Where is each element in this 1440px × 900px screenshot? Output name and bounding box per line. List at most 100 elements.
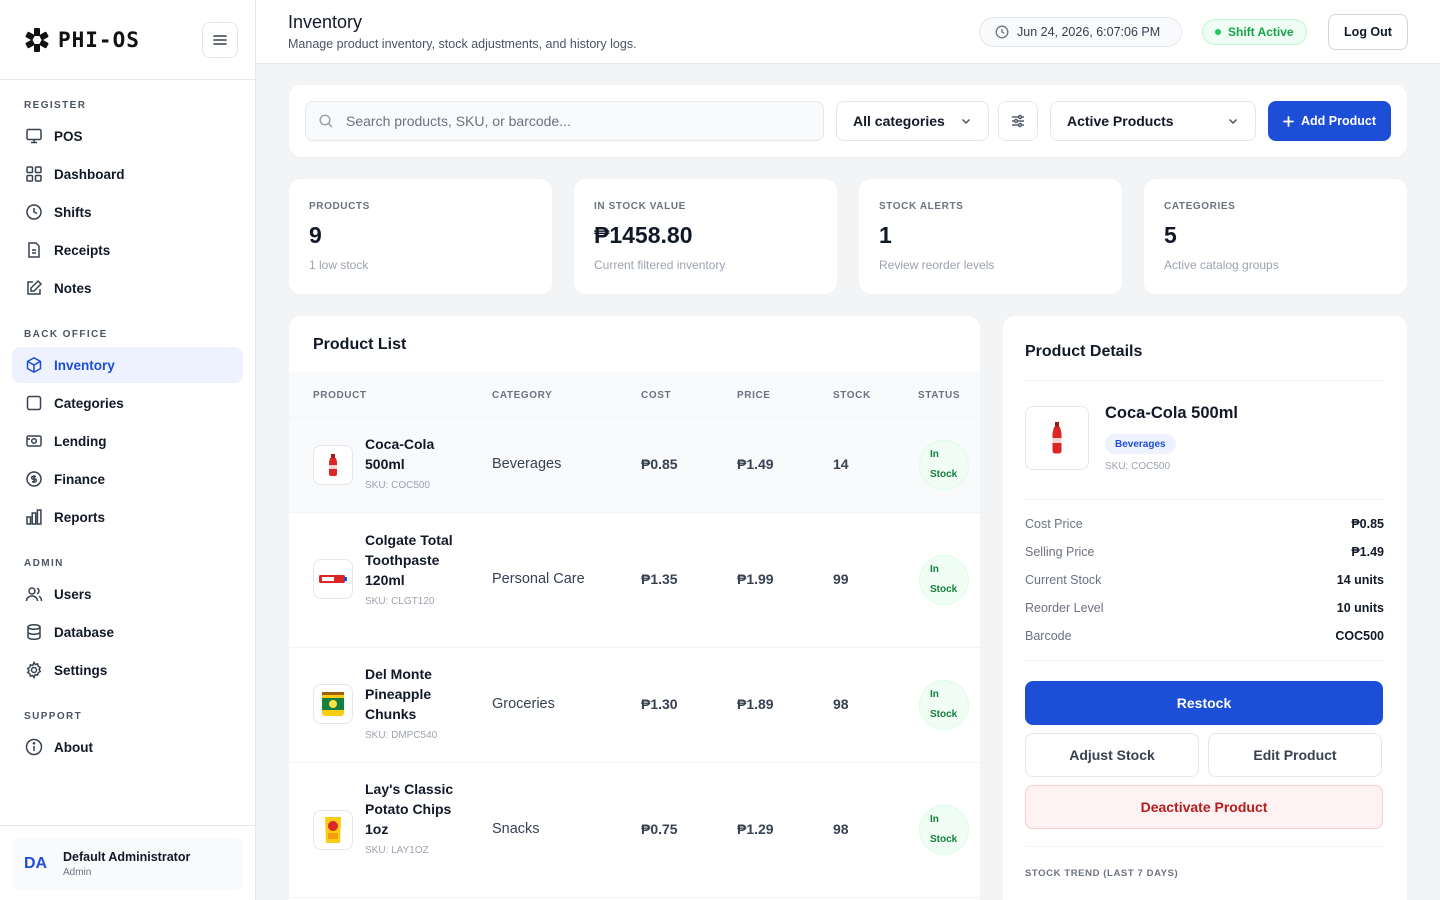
database-icon [24,622,44,642]
clock-icon [24,202,44,222]
sidebar-item-shifts[interactable]: Shifts [12,194,243,230]
sidebar-item-lending[interactable]: Lending [12,423,243,459]
nav-section-back-office: BACK OFFICE [24,329,108,340]
sidebar-item-dashboard[interactable]: Dashboard [12,156,243,192]
user-name: Default Administrator [63,850,191,864]
bar-chart-icon [24,507,44,527]
column-header-status: STATUS [918,390,961,401]
product-category: Groceries [492,696,555,712]
sidebar-item-label: Settings [54,662,108,678]
handshake-icon [24,431,44,451]
brand-logo-icon [24,27,50,53]
product-stock: 14 [833,456,849,472]
product-stock: 98 [833,821,849,837]
user-role: Admin [63,867,92,878]
datetime-display: Jun 24, 2026, 6:07:06 PM [979,17,1182,47]
product-sku: SKU: LAY1OZ [365,845,429,856]
product-price: ₱1.49 [737,456,774,472]
category-select[interactable]: All categories [836,101,989,141]
detail-product-sku: SKU: COC500 [1105,461,1171,472]
stat-value: 9 [309,222,322,248]
sidebar-item-label: Categories [54,395,124,411]
product-name: Lay's Classic Potato Chips 1oz SKU: LAY1… [365,779,465,857]
product-details-title: Product Details [1025,343,1143,360]
product-name: Colgate Total Toothpaste 120ml SKU: CLGT… [365,530,465,608]
cola-bottle-icon [313,445,353,485]
stat-note: Review reorder levels [879,258,995,272]
stat-card-categories: CATEGORIES 5 Active catalog groups [1144,179,1407,294]
dollar-circle-icon [24,469,44,489]
menu-toggle-button[interactable] [202,22,238,58]
edit-product-button[interactable]: Edit Product [1208,733,1382,777]
detail-product-name: Coca-Cola 500ml [1105,404,1238,422]
chevron-down-icon [960,115,972,127]
sidebar-item-receipts[interactable]: Receipts [12,232,243,268]
sidebar-item-label: Reports [54,509,106,525]
avatar: DA [24,855,48,872]
stat-card-products: PRODUCTS 9 1 low stock [289,179,552,294]
logout-button[interactable]: Log Out [1328,14,1408,50]
sidebar-item-pos[interactable]: POS [12,118,243,154]
product-sku: SKU: COC500 [365,480,431,491]
stat-value: 5 [1164,222,1177,248]
sidebar: PHI-OS REGISTER POS Dashboard Shifts Rec… [0,0,256,900]
stat-value: ₱1458.80 [594,222,693,248]
product-details-card: Product Details Coca-Cola 500ml Beverage… [1003,316,1407,900]
product-cost: ₱1.30 [641,696,678,712]
filter-settings-button[interactable] [998,101,1038,141]
product-category: Beverages [492,456,562,472]
sidebar-item-label: POS [54,128,83,144]
table-row[interactable]: Coca-Cola 500ml SKU: COC500 Beverages ₱0… [289,418,980,513]
product-list-title: Product List [313,336,407,353]
toothpaste-icon [313,559,353,599]
sidebar-item-about[interactable]: About [12,729,243,765]
deactivate-product-button[interactable]: Deactivate Product [1025,785,1383,829]
sidebar-item-reports[interactable]: Reports [12,499,243,535]
category-select-value: All categories [853,113,945,129]
detail-field-current-stock: Current Stock 14 units [1025,573,1384,587]
stat-note: Current filtered inventory [594,258,726,272]
column-header-price: PRICE [737,390,771,401]
gear-icon [24,660,44,680]
status-badge: In Stock [919,555,969,605]
chips-bag-icon [313,810,353,850]
search-input[interactable] [346,113,786,129]
status-dot-icon [1215,29,1221,35]
column-header-product: PRODUCT [313,390,367,401]
add-product-button[interactable]: Add Product [1268,101,1391,141]
sidebar-item-label: About [54,739,93,755]
add-product-label: Add Product [1301,114,1376,128]
brand: PHI-OS [0,0,255,80]
shift-status-text: Shift Active [1228,25,1294,39]
product-sku: SKU: CLGT120 [365,596,435,607]
sliders-icon [1010,113,1026,129]
table-row[interactable]: Lay's Classic Potato Chips 1oz SKU: LAY1… [289,763,980,898]
filter-bar: All categories Active Products Add Produ… [289,85,1407,157]
product-sku: SKU: DMPC540 [365,730,438,741]
product-category: Personal Care [492,571,585,587]
sidebar-item-categories[interactable]: Categories [12,385,243,421]
stat-card-stock-value: IN STOCK VALUE ₱1458.80 Current filtered… [574,179,837,294]
sidebar-item-inventory[interactable]: Inventory [12,347,243,383]
adjust-stock-button[interactable]: Adjust Stock [1025,733,1199,777]
product-cost: ₱1.35 [641,571,678,587]
table-row[interactable]: Del Monte Pineapple Chunks SKU: DMPC540 … [289,648,980,763]
receipt-icon [24,240,44,260]
restock-button[interactable]: Restock [1025,681,1383,725]
sidebar-item-label: Inventory [54,357,115,373]
table-row[interactable]: Colgate Total Toothpaste 120ml SKU: CLGT… [289,513,980,648]
clock-icon [995,25,1009,39]
status-select[interactable]: Active Products [1050,101,1256,141]
users-icon [24,584,44,604]
search-box[interactable] [305,101,824,141]
sidebar-item-database[interactable]: Database [12,614,243,650]
sidebar-item-finance[interactable]: Finance [12,461,243,497]
divider [1025,380,1384,381]
chevron-down-icon [1227,115,1239,127]
nav-section-register: REGISTER [24,100,87,111]
user-profile[interactable]: DA Default Administrator Admin [12,838,243,890]
sidebar-item-users[interactable]: Users [12,576,243,612]
sidebar-item-notes[interactable]: Notes [12,270,243,306]
product-category: Snacks [492,821,540,837]
sidebar-item-settings[interactable]: Settings [12,652,243,688]
